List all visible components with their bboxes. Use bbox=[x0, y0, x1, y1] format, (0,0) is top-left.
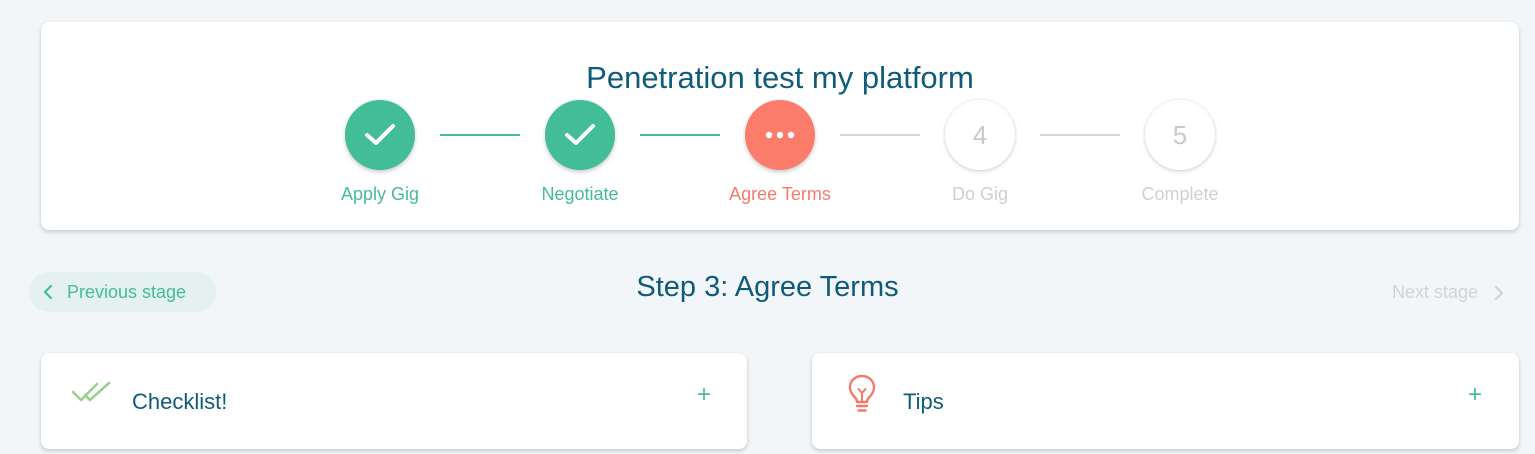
lightbulb-icon bbox=[848, 374, 876, 412]
step-circle-done bbox=[545, 100, 615, 170]
step-label: Do Gig bbox=[951, 184, 1009, 204]
double-check-icon bbox=[71, 381, 111, 402]
progress-card: Penetration test my platform Apply Gig N… bbox=[41, 22, 1519, 230]
expand-tips-button[interactable]: + bbox=[1468, 383, 1482, 407]
step-number: 4 bbox=[945, 100, 1015, 170]
check-icon bbox=[565, 124, 595, 145]
step-apply-gig[interactable]: Apply Gig bbox=[300, 100, 460, 203]
tips-panel[interactable]: Tips + bbox=[812, 353, 1519, 449]
chevron-right-icon bbox=[1494, 285, 1504, 300]
next-stage-button[interactable]: Next stage bbox=[1392, 282, 1504, 303]
checklist-panel[interactable]: Checklist! + bbox=[41, 353, 747, 449]
step-label: Apply Gig bbox=[340, 184, 420, 204]
step-complete: 5 Complete bbox=[1100, 100, 1260, 203]
gig-title: Penetration test my platform bbox=[586, 60, 974, 95]
step-title: Step 3: Agree Terms bbox=[636, 271, 899, 303]
expand-checklist-button[interactable]: + bbox=[697, 383, 711, 407]
step-negotiate[interactable]: Negotiate bbox=[500, 100, 660, 203]
step-circle-done bbox=[345, 100, 415, 170]
step-label: Complete bbox=[1141, 184, 1219, 204]
step-label: Negotiate bbox=[541, 184, 619, 204]
checklist-title: Checklist! bbox=[132, 389, 228, 414]
step-number: 5 bbox=[1145, 100, 1215, 170]
step-label: Agree Terms bbox=[729, 184, 831, 204]
tips-title: Tips bbox=[903, 389, 944, 414]
step-circle-current bbox=[745, 100, 815, 170]
check-icon bbox=[365, 124, 395, 145]
more-dots-icon bbox=[765, 131, 795, 139]
next-stage-label: Next stage bbox=[1392, 282, 1479, 302]
step-do-gig: 4 Do Gig bbox=[900, 100, 1060, 203]
step-agree-terms[interactable]: Agree Terms bbox=[700, 100, 860, 203]
